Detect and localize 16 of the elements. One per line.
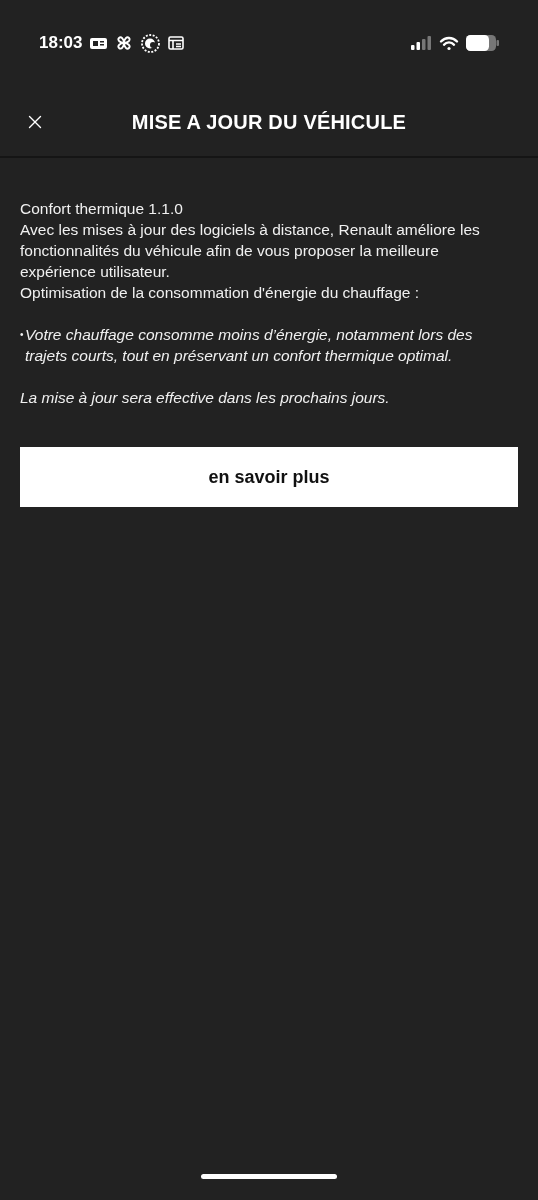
wifi-icon	[439, 35, 459, 51]
bullet-marker: •	[20, 328, 25, 342]
section-heading: Optimisation de la consommation d'énergie du chauffage :	[20, 283, 421, 303]
learn-more-button[interactable]: en savoir plus	[20, 447, 518, 507]
bullet-text: Votre chauffage consomme moins d’énergie, notamment lors des trajets courts, tout en préservant un confort thermique optimal.	[25, 325, 474, 366]
note-text: La mise à jour sera effective dans les prochains jours.	[20, 388, 391, 408]
page-title: MISE A JOUR DU VÉHICULE	[131, 110, 407, 135]
signal-icon	[411, 36, 432, 50]
battery-icon	[466, 35, 499, 51]
intro-paragraph: Avec les mises à jour des logiciels à distance, Renault améliore les fonctionnalités du véhicule afin de vous proposer la meilleure expérience utilisateur.	[20, 220, 481, 282]
status-time: 18:03	[39, 32, 83, 55]
version-title: Confort thermique 1.1.0	[20, 199, 184, 219]
calendar-icon	[168, 36, 185, 50]
news-icon	[90, 36, 108, 50]
weather-icon	[141, 33, 161, 53]
pinwheel-icon	[115, 34, 134, 52]
